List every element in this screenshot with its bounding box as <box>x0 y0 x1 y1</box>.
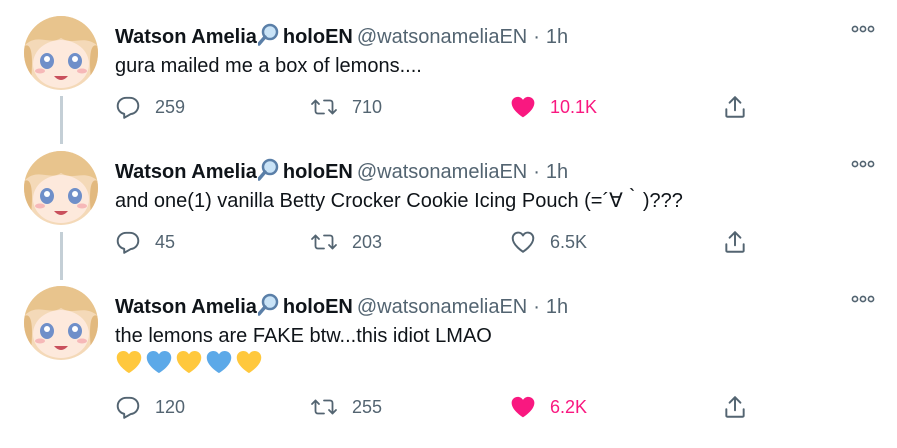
share-icon <box>725 96 745 118</box>
share-button[interactable] <box>722 227 748 257</box>
reply-button[interactable]: 259 <box>115 92 185 122</box>
share-button[interactable] <box>722 92 748 122</box>
blue-heart-icon <box>206 351 232 374</box>
author-name[interactable]: Watson Amelia holoEN <box>115 158 353 183</box>
reply-count: 120 <box>155 396 186 417</box>
like-count: 6.2K <box>550 396 588 417</box>
like-button[interactable]: 6.2K <box>510 392 587 422</box>
like-count: 10.1K <box>550 96 598 117</box>
tweet-text: and one(1) vanilla Betty Crocker Cookie … <box>115 190 683 212</box>
retweet-count: 710 <box>352 96 383 117</box>
tweet-actions: 259 710 10.1K <box>115 92 775 122</box>
separator-dot: · <box>533 296 540 318</box>
reply-icon <box>116 96 140 119</box>
reply-button[interactable]: 120 <box>115 392 185 422</box>
reply-button[interactable]: 45 <box>115 227 175 257</box>
blue-heart-icon <box>146 351 172 374</box>
reply-icon <box>116 396 140 419</box>
author-handle[interactable]: @watsonameliaEN <box>357 161 527 183</box>
more-options-icon[interactable] <box>851 22 875 36</box>
tweet-actions: 120 255 6.2K <box>115 392 775 422</box>
magnifying-glass-icon <box>257 23 279 46</box>
like-button[interactable]: 6.5K <box>510 227 587 257</box>
heart-filled-icon <box>511 96 535 118</box>
yellow-heart-icon <box>176 351 202 374</box>
timestamp[interactable]: 1h <box>546 161 568 183</box>
like-count: 6.5K <box>550 231 588 252</box>
tweet[interactable]: Watson Amelia holoEN @watsonameliaEN · 1h gu… <box>0 12 897 137</box>
avatar[interactable] <box>24 151 98 225</box>
reply-count: 45 <box>155 231 176 252</box>
author-name-text: Watson Amelia <box>115 26 257 48</box>
tweet-text: the lemons are FAKE btw...this idiot LMA… <box>115 325 492 347</box>
author-handle[interactable]: @watsonameliaEN <box>357 26 527 48</box>
more-options-icon[interactable] <box>851 157 875 171</box>
timestamp[interactable]: 1h <box>546 296 568 318</box>
retweet-button[interactable]: 710 <box>310 92 382 122</box>
yellow-heart-icon <box>116 351 142 374</box>
tweet-header: Watson Amelia holoEN @watsonameliaEN · 1h <box>115 292 568 319</box>
tweet[interactable]: Watson Amelia holoEN @watsonameliaEN · 1h an… <box>0 147 897 272</box>
heart-outline-icon <box>511 231 535 253</box>
separator-dot: · <box>533 26 540 48</box>
reply-icon <box>116 231 140 254</box>
share-button[interactable] <box>722 392 748 422</box>
tweet-header: Watson Amelia holoEN @watsonameliaEN · 1h <box>115 157 568 184</box>
reply-count: 259 <box>155 96 186 117</box>
author-name[interactable]: Watson Amelia holoEN <box>115 23 353 48</box>
author-handle[interactable]: @watsonameliaEN <box>357 296 527 318</box>
tweet[interactable]: Watson Amelia holoEN @watsonameliaEN · 1h th… <box>0 282 897 442</box>
emoji-row <box>115 348 263 376</box>
retweet-icon <box>311 399 337 415</box>
retweet-icon <box>311 234 337 250</box>
avatar[interactable] <box>24 16 98 90</box>
author-name-suffix: holoEN <box>282 161 353 183</box>
timestamp[interactable]: 1h <box>546 26 568 48</box>
retweet-icon <box>311 99 337 115</box>
separator-dot: · <box>533 161 540 183</box>
share-icon <box>725 231 745 253</box>
magnifying-glass-icon <box>257 293 279 316</box>
yellow-heart-icon <box>236 351 262 374</box>
author-name-suffix: holoEN <box>282 26 353 48</box>
tweet-header: Watson Amelia holoEN @watsonameliaEN · 1h <box>115 22 568 49</box>
avatar[interactable] <box>24 286 98 360</box>
tweet-actions: 45 203 6.5K <box>115 227 775 257</box>
share-icon <box>725 396 745 418</box>
magnifying-glass-icon <box>257 158 279 181</box>
like-button[interactable]: 10.1K <box>510 92 597 122</box>
more-options-icon[interactable] <box>851 292 875 306</box>
heart-filled-icon <box>511 396 535 418</box>
retweet-button[interactable]: 203 <box>310 227 382 257</box>
tweet-text: gura mailed me a box of lemons.... <box>115 55 422 77</box>
retweet-button[interactable]: 255 <box>310 392 382 422</box>
author-name-text: Watson Amelia <box>115 161 257 183</box>
author-name[interactable]: Watson Amelia holoEN <box>115 293 353 318</box>
retweet-count: 203 <box>352 231 383 252</box>
author-name-text: Watson Amelia <box>115 296 257 318</box>
retweet-count: 255 <box>352 396 383 417</box>
author-name-suffix: holoEN <box>282 296 353 318</box>
